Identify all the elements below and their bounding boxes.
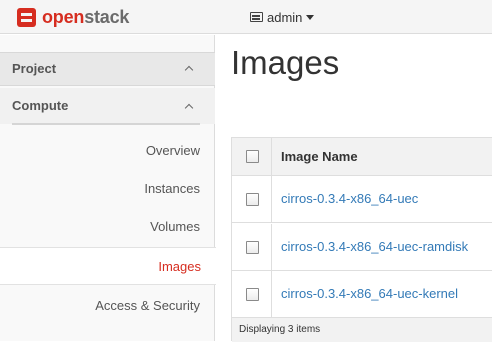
table-header-row: Image Name xyxy=(232,138,492,176)
project-selector[interactable]: admin xyxy=(250,9,315,25)
brand-wordmark: openstack xyxy=(42,6,129,28)
project-selector-label: admin xyxy=(267,9,303,25)
row-checkbox[interactable] xyxy=(246,288,259,301)
brand-wordmark-stack: stack xyxy=(84,7,130,27)
table-footer: Displaying 3 items xyxy=(232,318,492,342)
image-name-link[interactable]: cirros-0.3.4-x86_64-uec-kernel xyxy=(281,286,458,301)
select-all-checkbox[interactable] xyxy=(246,150,259,163)
table-row: cirros-0.3.4-x86_64-uec-kernel xyxy=(232,271,492,318)
openstack-logo-icon xyxy=(17,7,36,27)
sidebar-item-volumes[interactable]: Volumes xyxy=(0,208,215,246)
top-navbar: openstack admin xyxy=(0,0,492,34)
row-checkbox-cell xyxy=(232,176,272,222)
row-checkbox[interactable] xyxy=(246,241,259,254)
sidebar-section-compute[interactable]: Compute xyxy=(0,88,215,124)
sidebar-item-overview[interactable]: Overview xyxy=(0,132,215,170)
sidebar-section-project-label: Project xyxy=(12,61,57,76)
project-icon xyxy=(250,12,263,22)
row-checkbox-cell xyxy=(232,224,272,270)
chevron-up-icon xyxy=(184,65,194,75)
sidebar-section-project[interactable]: Project xyxy=(0,52,215,86)
sidebar: Project Compute Overview Instances Volum… xyxy=(0,35,216,341)
row-checkbox-cell xyxy=(232,271,272,317)
header-checkbox-cell xyxy=(232,138,272,175)
table-row: cirros-0.3.4-x86_64-uec xyxy=(232,176,492,223)
openstack-logo[interactable]: openstack xyxy=(17,6,129,28)
brand-wordmark-open: open xyxy=(42,7,85,27)
images-table: Image Name cirros-0.3.4-x86_64-uec cirro… xyxy=(231,137,492,342)
column-header-image-name[interactable]: Image Name xyxy=(281,149,358,164)
image-name-link[interactable]: cirros-0.3.4-x86_64-uec xyxy=(281,191,418,206)
chevron-up-icon xyxy=(184,103,194,113)
sidebar-item-images[interactable]: Images xyxy=(0,247,216,285)
row-checkbox[interactable] xyxy=(246,193,259,206)
caret-down-icon xyxy=(306,14,315,20)
section-divider xyxy=(12,123,200,125)
sidebar-item-instances[interactable]: Instances xyxy=(0,170,215,208)
sidebar-item-access-security[interactable]: Access & Security xyxy=(0,287,215,325)
table-row: cirros-0.3.4-x86_64-uec-ramdisk xyxy=(232,224,492,271)
image-name-link[interactable]: cirros-0.3.4-x86_64-uec-ramdisk xyxy=(281,239,468,254)
sidebar-section-compute-label: Compute xyxy=(12,98,69,113)
item-count-text: Displaying 3 items xyxy=(239,324,321,335)
page-title: Images xyxy=(231,44,340,81)
